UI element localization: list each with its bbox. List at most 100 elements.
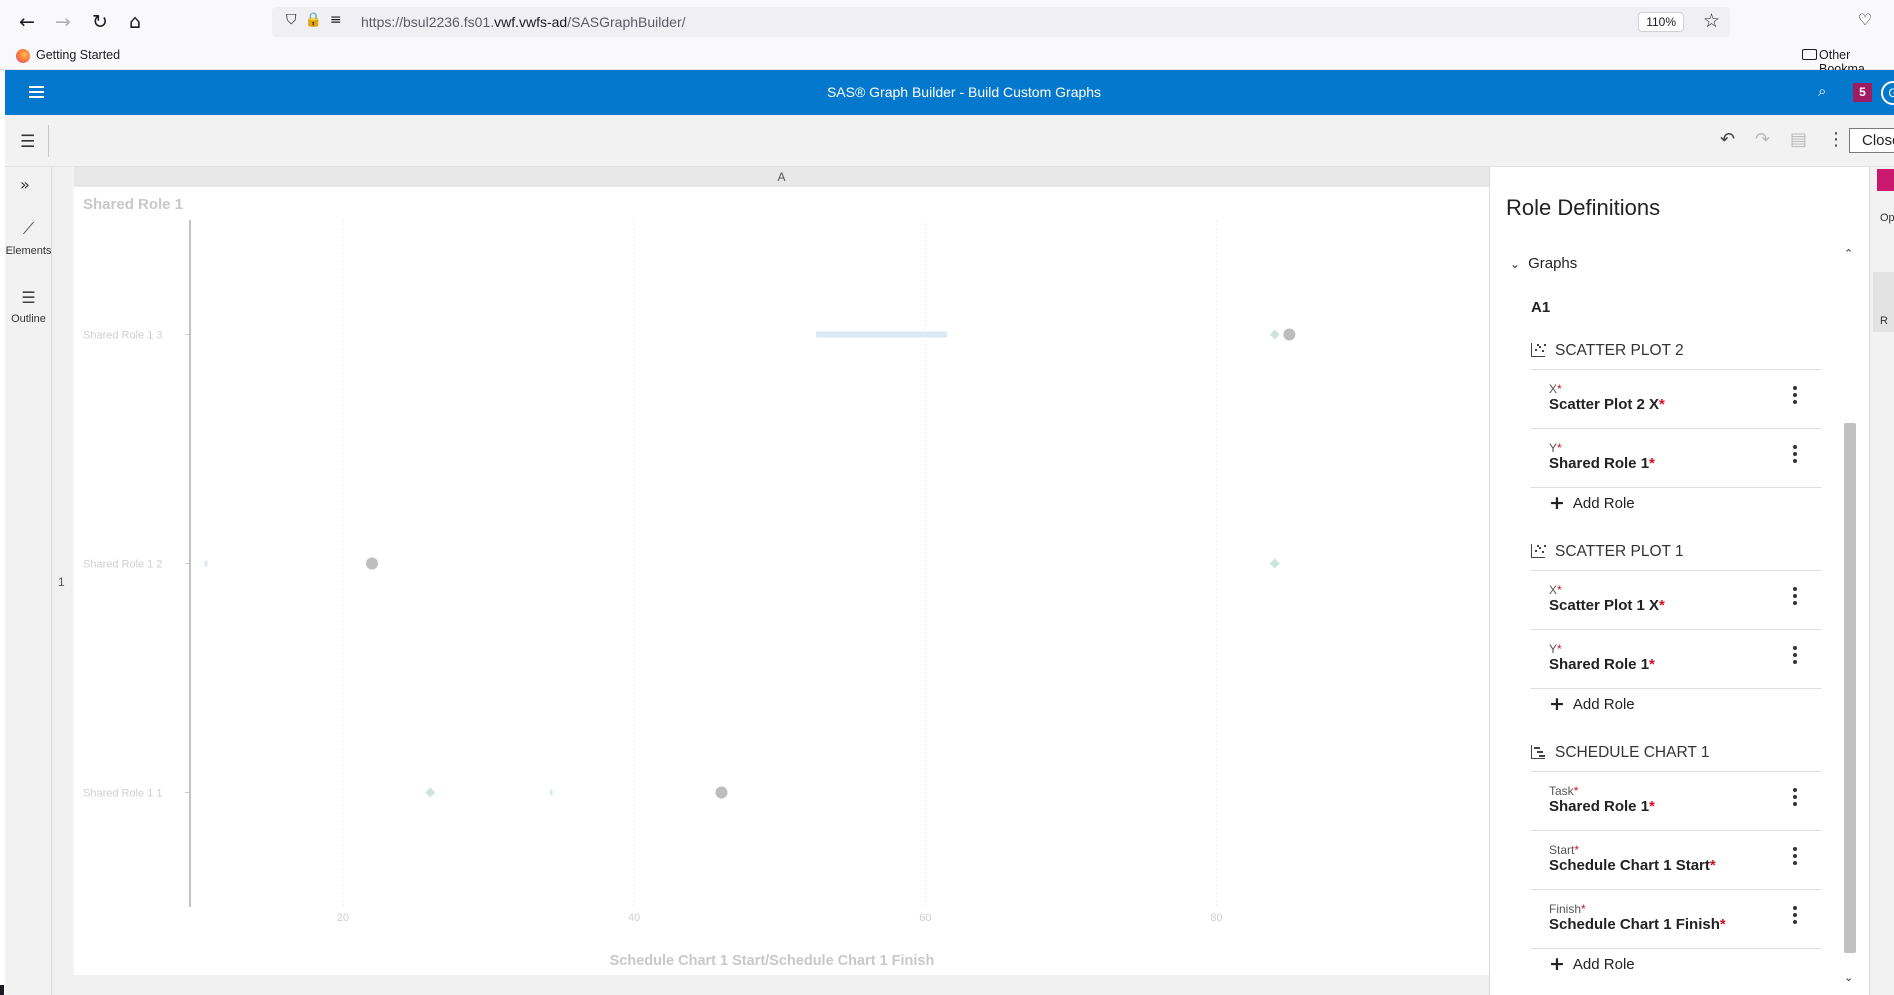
role-label: Start* <box>1549 843 1580 857</box>
canvas-bottom-strip <box>52 975 1489 995</box>
chart: 20 40 60 80 Shared Role 1 1 Shared Role 1 2 Sh… <box>83 196 1296 969</box>
role-label: Finish* <box>1549 902 1586 916</box>
chevron-down-icon: ⌄ <box>1510 257 1521 271</box>
role-definitions-panel: Role Definitions ⌄ Graphs A1 SCATTER PLOT… <box>1489 167 1869 995</box>
x-tick-label: 80 <box>1210 912 1222 924</box>
reload-icon[interactable]: ↻ <box>88 10 112 34</box>
schedule-chart-icon <box>1531 745 1545 759</box>
scrollbar-thumb[interactable] <box>1844 423 1856 953</box>
column-header[interactable]: A <box>74 167 1489 187</box>
zoom-level-badge[interactable]: 110% <box>1638 12 1684 32</box>
role-tree: ⌄ Graphs A1 SCATTER PLOT 2 X* Scatter Plo… <box>1490 247 1835 995</box>
app-title: SAS® Graph Builder - Build Custom Graphs <box>826 84 1102 100</box>
pocket-icon[interactable]: ♡ <box>1854 10 1876 32</box>
panel-scrollbar[interactable]: ⌃ ⌄ <box>1842 247 1858 987</box>
scatter-point-circle <box>366 557 379 570</box>
options-tab[interactable]: Op <box>1880 212 1894 224</box>
section-header[interactable]: SCHEDULE CHART 1 <box>1531 734 1821 772</box>
redo-icon[interactable]: ↷ <box>1755 129 1770 150</box>
x-tick-label: 40 <box>628 912 640 924</box>
add-role-button[interactable]: + Add Role <box>1531 488 1821 526</box>
avatar[interactable]: G <box>1881 81 1894 105</box>
chart-grid: 20 40 60 80 Shared Role 1 1 Shared Role 1 2 Sh… <box>83 220 1223 924</box>
scatter-point-diamond <box>1269 558 1280 569</box>
chart-marks <box>204 328 1296 799</box>
more-options-icon[interactable] <box>1793 906 1797 924</box>
site-info-icons[interactable]: ⛉🔒≡ <box>286 12 350 28</box>
x-tick-label: 20 <box>337 912 349 924</box>
role-label: Y* <box>1549 441 1562 455</box>
row-header[interactable]: 1 <box>52 167 72 975</box>
scatter-point-circle <box>1283 328 1296 341</box>
role-label: X* <box>1549 382 1562 396</box>
list-icon[interactable]: ☰ <box>20 132 35 152</box>
bookmark-getting-started[interactable]: Getting Started <box>36 48 120 62</box>
app-header: SAS® Graph Builder - Build Custom Graphs… <box>5 70 1894 115</box>
role-row[interactable]: X* Scatter Plot 2 X* <box>1531 370 1821 429</box>
plus-icon: + <box>1549 693 1565 715</box>
browser-toolbar: ← → ↻ ⌂ ⛉🔒≡ https://bsul2236.fs01.vwf.vw… <box>0 0 1894 44</box>
schedule-bar <box>549 789 553 796</box>
bookmark-star-icon[interactable]: ☆ <box>1703 10 1720 32</box>
graph-cell-a1[interactable]: 20 40 60 80 Shared Role 1 1 Shared Role 1 2 Sh… <box>74 187 1489 977</box>
tree-graphs-node[interactable]: ⌄ Graphs <box>1510 255 1577 272</box>
delete-icon[interactable]: ▤ <box>1790 129 1807 150</box>
y-tick-label: Shared Role 1 1 <box>83 788 163 800</box>
more-options-icon[interactable]: ⋮ <box>1827 129 1845 150</box>
scatter-plot-icon <box>1531 544 1545 558</box>
section-scatter-plot-1: SCATTER PLOT 1 X* Scatter Plot 1 X* Y* S… <box>1531 533 1821 727</box>
role-label: Task* <box>1549 784 1579 798</box>
scroll-down-icon[interactable]: ⌄ <box>1844 971 1853 984</box>
add-role-button[interactable]: + Add Role <box>1531 949 1821 987</box>
close-button[interactable]: Close <box>1849 128 1894 153</box>
search-icon[interactable]: ⌕ <box>1818 82 1826 100</box>
plus-icon: + <box>1549 953 1565 975</box>
more-options-icon[interactable] <box>1793 587 1797 605</box>
more-options-icon[interactable] <box>1793 445 1797 463</box>
expand-panel-icon[interactable]: » <box>20 175 30 194</box>
folder-icon <box>1802 49 1817 60</box>
tree-graph-a1[interactable]: A1 <box>1531 299 1550 316</box>
nav-outline[interactable]: ☰ Outline <box>5 288 52 325</box>
scatter-point-circle <box>715 786 728 799</box>
edge-accent-bar <box>1877 169 1894 191</box>
undo-icon[interactable]: ↶ <box>1720 129 1735 150</box>
role-row[interactable]: Y* Shared Role 1* <box>1531 630 1821 689</box>
role-value: Shared Role 1* <box>1549 798 1655 815</box>
url-text[interactable]: https://bsul2236.fs01.vwf.vwfs-ad/SASGra… <box>361 14 686 30</box>
notification-badge[interactable]: 5 <box>1853 83 1872 102</box>
panel-title: Role Definitions <box>1506 195 1661 220</box>
role-value: Shared Role 1* <box>1549 656 1655 673</box>
more-options-icon[interactable] <box>1793 788 1797 806</box>
x-tick-label: 60 <box>919 912 931 924</box>
x-axis-label: Schedule Chart 1 Start/Schedule Chart 1 … <box>610 953 935 969</box>
more-options-icon[interactable] <box>1793 847 1797 865</box>
home-icon[interactable]: ⌂ <box>123 10 147 34</box>
firefox-icon <box>16 49 30 63</box>
section-header[interactable]: SCATTER PLOT 2 <box>1531 332 1821 370</box>
forward-icon[interactable]: → <box>51 10 75 34</box>
plus-icon: + <box>1549 492 1565 514</box>
window-corner <box>0 985 4 995</box>
scroll-up-icon[interactable]: ⌃ <box>1844 247 1853 260</box>
list-icon: ☰ <box>21 288 36 307</box>
back-icon[interactable]: ← <box>15 10 39 34</box>
more-options-icon[interactable] <box>1793 386 1797 404</box>
role-value: Schedule Chart 1 Start* <box>1549 857 1716 874</box>
role-row[interactable]: Task* Shared Role 1* <box>1531 772 1821 831</box>
role-row[interactable]: Start* Schedule Chart 1 Start* <box>1531 831 1821 890</box>
section-header[interactable]: SCATTER PLOT 1 <box>1531 533 1821 571</box>
role-row[interactable]: Y* Shared Role 1* <box>1531 429 1821 488</box>
address-bar[interactable]: ⛉🔒≡ https://bsul2236.fs01.vwf.vwfs-ad/SA… <box>272 7 1730 37</box>
scatter-point-diamond <box>425 787 436 798</box>
role-value: Scatter Plot 1 X* <box>1549 597 1665 614</box>
section-schedule-chart-1: SCHEDULE CHART 1 Task* Shared Role 1* St… <box>1531 734 1821 987</box>
app-toolbar: ☰ ↶ ↷ ▤ ⋮ Close <box>5 115 1894 167</box>
role-row[interactable]: Finish* Schedule Chart 1 Finish* <box>1531 890 1821 949</box>
y-tick-label: Shared Role 1 2 <box>83 559 163 571</box>
role-row[interactable]: X* Scatter Plot 1 X* <box>1531 571 1821 630</box>
section-scatter-plot-2: SCATTER PLOT 2 X* Scatter Plot 2 X* Y* S… <box>1531 332 1821 526</box>
more-options-icon[interactable] <box>1793 646 1797 664</box>
add-role-button[interactable]: + Add Role <box>1531 689 1821 727</box>
nav-elements[interactable]: ⟋ Elements <box>5 219 52 257</box>
